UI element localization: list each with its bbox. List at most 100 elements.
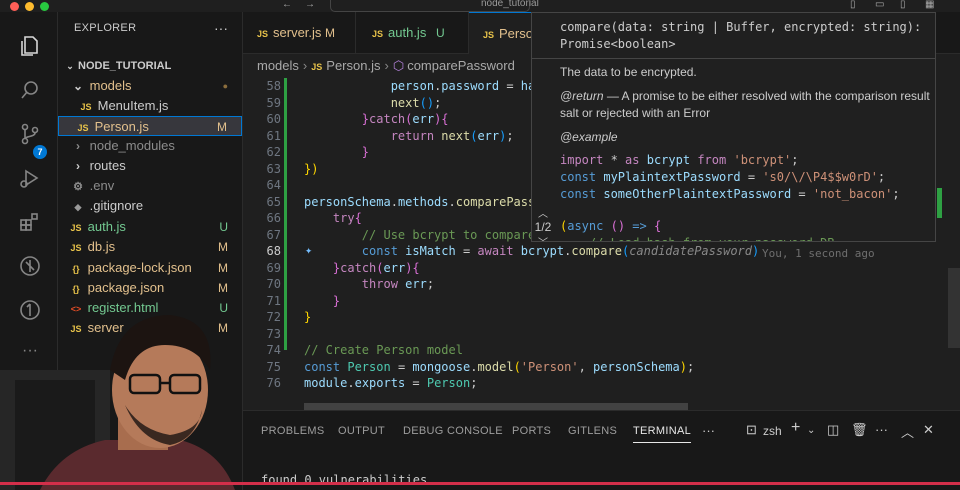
example-code-line: // Load hash from your password DB. — [560, 235, 842, 241]
tab-label: auth.js — [388, 25, 427, 40]
horizontal-scrollbar[interactable] — [304, 403, 688, 410]
close-window-dot[interactable] — [10, 2, 19, 11]
minimize-window-dot[interactable] — [25, 2, 34, 11]
line-number: 76 — [266, 376, 281, 390]
search-text: node_tutorial — [481, 0, 539, 9]
chevron-down-icon[interactable]: ﹀ — [531, 234, 555, 249]
code-line: return next(err); — [390, 128, 514, 143]
source-control-icon[interactable] — [18, 122, 42, 146]
file-label: .env — [89, 178, 115, 193]
breadcrumb-symbol[interactable]: comparePassword — [407, 58, 515, 73]
breadcrumb-folder[interactable]: models — [257, 58, 299, 73]
panel-more-icon[interactable]: ··· — [702, 423, 715, 438]
line-number: 65 — [266, 194, 281, 209]
tree-item-node-modules[interactable]: › node_modules — [58, 136, 242, 156]
run-debug-icon[interactable] — [18, 166, 42, 190]
signature-line-2: Promise<boolean> — [560, 37, 676, 51]
tab-ports[interactable]: PORTS — [512, 425, 551, 437]
line-number: 67 — [266, 227, 281, 242]
new-terminal-icon[interactable]: + — [791, 419, 800, 437]
bottom-panel: PROBLEMS OUTPUT DEBUG CONSOLE PORTS GITL… — [243, 410, 960, 490]
tree-item-db[interactable]: JS db.js M — [58, 237, 242, 257]
terminal-icon[interactable]: ⊡ — [746, 422, 757, 438]
command-center-search[interactable]: node_tutorial — [330, 0, 539, 12]
code-line: // Create Person model — [304, 343, 463, 357]
tree-item-package[interactable]: {} package.json M — [58, 278, 242, 298]
line-number: 58 — [266, 79, 281, 93]
folder-label: models — [89, 78, 132, 93]
git-status: M — [218, 261, 228, 275]
customize-layout-icon[interactable]: ▦ — [925, 0, 934, 10]
gear-icon: ⚙ — [73, 181, 83, 193]
search-icon[interactable] — [18, 78, 42, 102]
example-code-line: import * as bcrypt from 'bcrypt'; — [560, 153, 799, 167]
tab-problems[interactable]: PROBLEMS — [261, 425, 325, 437]
line-number: 64 — [266, 178, 281, 192]
line-number: 71 — [266, 293, 281, 308]
source-control-badge: 7 — [33, 145, 47, 159]
close-panel-icon[interactable]: ✕ — [923, 422, 934, 438]
tab-output[interactable]: OUTPUT — [338, 425, 385, 437]
file-label: package-lock.json — [87, 260, 192, 275]
explorer-more-icon[interactable]: ··· — [214, 20, 228, 36]
vertical-scrollbar[interactable] — [948, 268, 960, 348]
project-name: NODE_TUTORIAL — [78, 60, 172, 72]
extensions-icon[interactable] — [18, 210, 42, 234]
line-number: 62 — [266, 145, 281, 159]
chevron-right-icon: › — [302, 58, 308, 73]
maximize-window-dot[interactable] — [40, 2, 49, 11]
line-number: 66 — [266, 211, 281, 225]
remote-explorer-icon[interactable] — [18, 254, 42, 278]
tree-item-env[interactable]: ⚙ .env — [58, 176, 242, 196]
chevron-right-icon: › — [76, 159, 80, 173]
shell-name[interactable]: zsh — [763, 424, 782, 438]
function-signature: compare(data: string | Buffer, encrypted… — [560, 19, 930, 53]
chevron-down-icon[interactable]: ⌄ — [807, 425, 815, 436]
file-label: db.js — [87, 239, 116, 254]
tree-item-person[interactable]: JS Person.js M — [58, 116, 242, 136]
tab-person[interactable]: JS Perso — [469, 12, 539, 54]
trash-icon[interactable]: 🗑 — [851, 422, 868, 438]
js-file-icon: JS — [483, 30, 495, 40]
overload-navigator[interactable]: ︿ 1/2 ﹀ — [531, 205, 555, 249]
tree-item-menuitem[interactable]: JS MenuItem.js — [58, 96, 242, 116]
method-icon: ⬡ — [392, 58, 405, 73]
folder-label: routes — [89, 158, 126, 173]
tree-item-routes[interactable]: › routes — [58, 156, 242, 176]
tree-item-package-lock[interactable]: {} package-lock.json M — [58, 258, 242, 278]
modified-dot: ● — [222, 81, 228, 91]
tree-item-auth[interactable]: JS auth.js U — [58, 217, 242, 237]
param-doc: The data to be encrypted. — [560, 65, 697, 79]
line-number: 61 — [266, 128, 281, 143]
example-code-line: const someOtherPlaintextPassword = 'not_… — [560, 187, 900, 201]
tab-auth[interactable]: JS auth.js U — [356, 12, 469, 54]
back-arrow-icon[interactable]: ← — [282, 0, 292, 10]
tab-debug-console[interactable]: DEBUG CONSOLE — [403, 425, 503, 437]
git-blame-annotation: You, 1 second ago — [762, 247, 875, 260]
layout-sidebar-icon[interactable]: ▯ — [850, 0, 856, 10]
explorer-icon[interactable] — [18, 34, 42, 58]
chevron-up-icon[interactable]: ︿ — [531, 205, 555, 220]
tab-server[interactable]: JS server.js M — [243, 12, 356, 54]
tab-gitlens[interactable]: GITLENS — [568, 425, 617, 437]
project-root[interactable]: ⌄ NODE_TUTORIAL — [58, 56, 242, 76]
chevron-right-icon: › — [76, 139, 80, 153]
line-number: 72 — [266, 310, 281, 324]
layout-panel-icon[interactable]: ▭ — [875, 0, 884, 10]
git-icon: ◆ — [74, 202, 82, 212]
tree-item-models[interactable]: ⌄ models ● — [58, 76, 242, 96]
breadcrumb-file[interactable]: Person.js — [326, 58, 380, 73]
tree-item-gitignore[interactable]: ◆ .gitignore — [58, 196, 242, 216]
tab-terminal[interactable]: TERMINAL — [633, 425, 692, 443]
code-line: }) — [304, 161, 319, 176]
code-line: } — [361, 145, 370, 159]
code-line: next(); — [390, 95, 442, 110]
code-line: const Person = mongoose.model('Person', … — [304, 359, 695, 374]
lightbulb-icon[interactable]: ✦ — [305, 243, 312, 257]
more-actions-icon[interactable]: ··· — [875, 422, 888, 437]
split-terminal-icon[interactable]: ◫ — [827, 422, 839, 438]
maximize-panel-icon[interactable]: ︿ — [901, 422, 914, 441]
code-line: module.exports = Person; — [304, 376, 478, 390]
layout-secondary-icon[interactable]: ▯ — [900, 0, 906, 10]
forward-arrow-icon[interactable]: → — [305, 0, 315, 10]
